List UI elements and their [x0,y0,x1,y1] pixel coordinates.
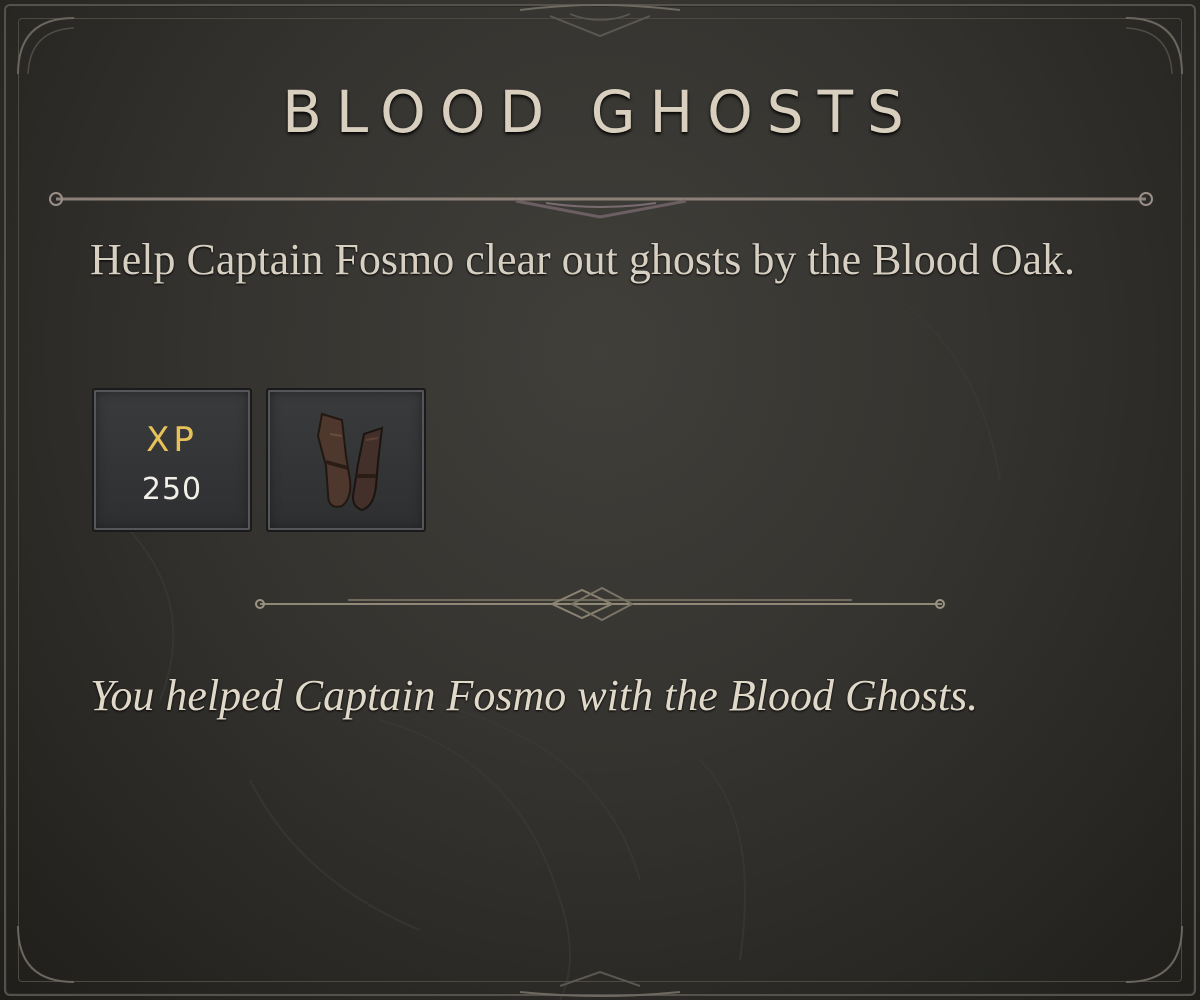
quest-completion-text: You helped Captain Fosmo with the Blood … [90,671,979,720]
xp-value: 250 [141,472,203,507]
section-divider [255,586,945,622]
reward-slot-xp[interactable]: XP 250 [92,388,252,532]
corner-ornament-top-right [1125,17,1183,75]
quest-title: BLOOD GHOSTS [282,78,918,146]
xp-label: XP [146,420,198,460]
corner-ornament-bottom-left [17,925,75,983]
bottom-frame-ornament [519,970,681,997]
title-divider [49,192,1153,219]
top-frame-ornament [519,4,681,38]
quest-completion-panel: BLOOD GHOSTS Help Captain Fosmo clear ou… [0,0,1200,1000]
quest-description: Help Captain Fosmo clear out ghosts by t… [90,235,1075,284]
corner-ornament-top-left [17,17,75,75]
corner-ornament-bottom-right [1125,925,1183,983]
reward-slot-item[interactable] [266,388,426,532]
gauntlets-icon [316,412,384,512]
